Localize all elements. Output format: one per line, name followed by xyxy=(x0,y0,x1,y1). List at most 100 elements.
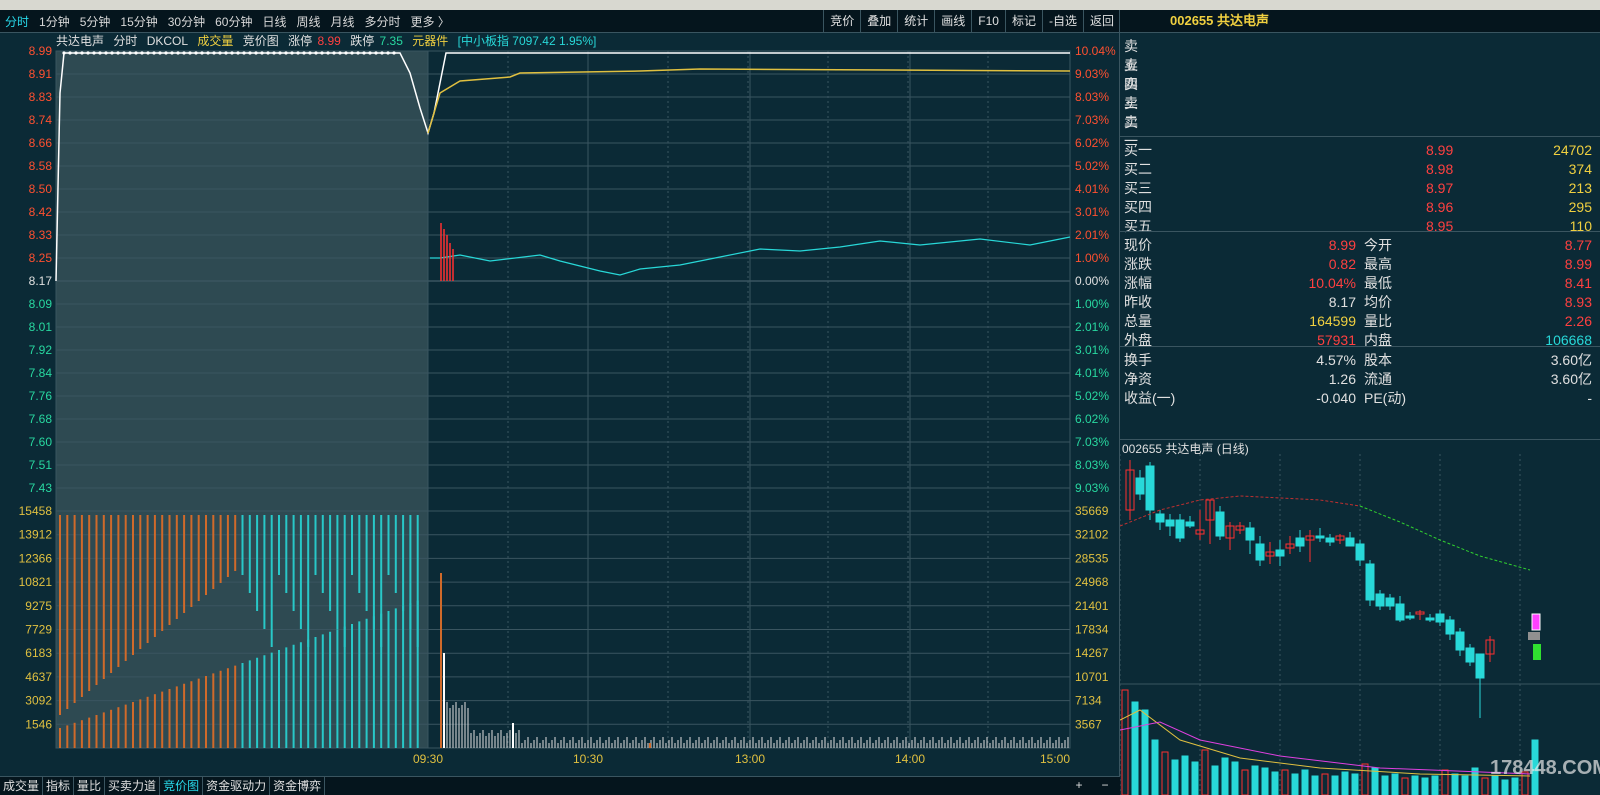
volume-tick-label: 28535 xyxy=(1075,551,1109,565)
remove-watchlist-button[interactable]: -自选 xyxy=(1041,10,1083,32)
bid-row-5: 买五 8.95 110 xyxy=(1120,217,1600,236)
price-tick-label: 8.33 xyxy=(29,228,53,242)
auction-price-dot xyxy=(182,51,186,55)
info-auction-label[interactable]: 竞价图 xyxy=(243,34,279,48)
price-tick-label: 7.51 xyxy=(29,458,53,472)
info-limit-up-label: 涨停 xyxy=(288,34,313,48)
kline-volume-bar xyxy=(1151,739,1159,795)
auction-price-dot xyxy=(296,51,300,55)
auction-price-dot xyxy=(254,51,258,55)
stat-value: 106668 xyxy=(1545,332,1592,348)
daily-kline-chart[interactable] xyxy=(1120,440,1600,795)
volume-tick-label: 12366 xyxy=(19,551,53,565)
kline-volume-bar xyxy=(1181,755,1189,795)
volume-tick-label: 17834 xyxy=(1075,623,1109,637)
kline-volume-bar xyxy=(1441,769,1449,795)
kline-volume-bar xyxy=(1401,777,1409,795)
auction-price-dot xyxy=(290,51,294,55)
candle-body xyxy=(1435,613,1445,623)
kline-volume-bar xyxy=(1141,709,1149,795)
tab-buy-sell-force[interactable]: 买卖力道 xyxy=(105,777,161,795)
candle-body xyxy=(1425,617,1435,621)
stat-value: -0.040 xyxy=(1316,390,1356,406)
kline-volume-bar xyxy=(1431,775,1439,795)
intraday-chart[interactable]: 8.99 8.91 8.83 8.74 8.66 8.58 8.50 8.42 8.33 8.25… xyxy=(0,33,1119,776)
time-tick-label: 10:30 xyxy=(573,752,603,766)
info-indicator[interactable]: DKCOL xyxy=(147,34,188,48)
zoom-in-button[interactable]: + xyxy=(1068,776,1090,794)
stat-row: 涨跌 0.82 最高 8.99 xyxy=(1120,255,1600,274)
kline-volume-bar xyxy=(1211,765,1219,795)
price-tick-label: 7.68 xyxy=(29,412,53,426)
auction-price-dot xyxy=(332,51,336,55)
chart-action-buttons: 竞价 叠加 统计 画线 F10 标记 -自选 返回 xyxy=(823,10,1120,32)
auction-price-dot xyxy=(194,51,198,55)
candle-body xyxy=(1215,511,1225,537)
auction-price-dot xyxy=(344,51,348,55)
price-tick-label: 8.83 xyxy=(29,90,53,104)
candle-body xyxy=(1385,597,1395,607)
extra-row: 收益(一) -0.040 PE(动) - xyxy=(1120,389,1600,408)
percent-tick-label: 3.01% xyxy=(1075,205,1109,219)
stat-value: 8.17 xyxy=(1328,294,1356,310)
average-price-line xyxy=(427,68,1071,134)
statistics-button[interactable]: 统计 xyxy=(897,10,934,32)
tab-volume-ratio[interactable]: 量比 xyxy=(74,777,106,795)
period-tab-5min[interactable]: 5分钟 xyxy=(75,13,116,30)
candle-body xyxy=(1528,632,1540,640)
tab-volume[interactable]: 成交量 xyxy=(0,777,44,795)
time-tick-label: 15:00 xyxy=(1040,752,1070,766)
auction-price-dot xyxy=(122,51,126,55)
overlay-button[interactable]: 叠加 xyxy=(860,10,897,32)
tab-auction-chart[interactable]: 竞价图 xyxy=(160,777,204,795)
candle-body xyxy=(1175,519,1185,539)
volume-tick-label: 35669 xyxy=(1075,504,1109,518)
period-tab-60min[interactable]: 60分钟 xyxy=(210,13,257,30)
auction-price-dot xyxy=(374,51,378,55)
price-tick-label: 8.66 xyxy=(29,136,53,150)
period-tab-1min[interactable]: 1分钟 xyxy=(34,13,75,30)
period-toolbar: 分时 1分钟 5分钟 15分钟 30分钟 60分钟 日线 周线 月线 多分时 更… xyxy=(0,10,1120,33)
period-tab-30min[interactable]: 30分钟 xyxy=(163,13,210,30)
auction-price-dot xyxy=(260,51,264,55)
tab-indicator[interactable]: 指标 xyxy=(43,777,75,795)
period-tab-weekly[interactable]: 周线 xyxy=(291,13,325,30)
tab-fund-game[interactable]: 资金博弈 xyxy=(270,777,326,795)
mark-button[interactable]: 标记 xyxy=(1004,10,1042,32)
volume-tick-label: 13912 xyxy=(19,528,53,542)
kline-volume-bar xyxy=(1461,775,1469,795)
auction-price-dot xyxy=(302,51,306,55)
auction-price-dot xyxy=(392,51,396,55)
price-tick-label: 8.42 xyxy=(29,205,53,219)
period-tab-monthly[interactable]: 月线 xyxy=(326,13,360,30)
tab-fund-drive[interactable]: 资金驱动力 xyxy=(203,777,271,795)
bid-volume: 213 xyxy=(1568,180,1592,196)
bid-label: 买四 xyxy=(1124,199,1152,215)
zoom-out-button[interactable]: − xyxy=(1094,776,1116,794)
kline-volume-bar xyxy=(1201,749,1209,795)
period-tab-more[interactable]: 更多 〉 xyxy=(406,13,455,30)
draw-line-button[interactable]: 画线 xyxy=(934,10,971,32)
volume-tick-label: 24968 xyxy=(1075,575,1109,589)
info-sector[interactable]: 元器件 xyxy=(412,34,448,48)
auction-price-dot xyxy=(212,51,216,55)
bid-row-2: 买二 8.98 374 xyxy=(1120,160,1600,179)
kline-volume-bar xyxy=(1161,751,1169,795)
period-tab-daily[interactable]: 日线 xyxy=(257,13,291,30)
period-tab-intraday[interactable]: 分时 xyxy=(0,13,34,30)
percent-tick-label: 0.00% xyxy=(1075,274,1109,288)
info-volume-label[interactable]: 成交量 xyxy=(197,34,233,48)
auction-button[interactable]: 竞价 xyxy=(823,10,860,32)
kline-volume-bar xyxy=(1241,769,1249,795)
stat-row: 总量 164599 量比 2.26 xyxy=(1120,312,1600,331)
kline-volume-bar xyxy=(1331,775,1339,795)
auction-price-dot xyxy=(224,51,228,55)
volume-tick-label: 15458 xyxy=(19,504,53,518)
f10-button[interactable]: F10 xyxy=(971,10,1005,32)
auction-price-dot xyxy=(368,51,372,55)
auction-price-dot xyxy=(176,51,180,55)
period-tab-15min[interactable]: 15分钟 xyxy=(115,13,162,30)
auction-price-dot xyxy=(380,51,384,55)
period-tab-multi[interactable]: 多分时 xyxy=(360,13,406,30)
back-button[interactable]: 返回 xyxy=(1082,10,1120,32)
